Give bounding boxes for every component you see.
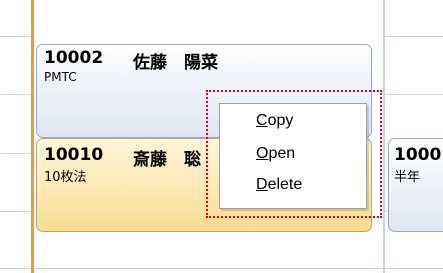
treatment-label: PMTC [44, 70, 77, 84]
grid-line-h3 [0, 153, 33, 154]
grid-line-h1 [0, 36, 33, 37]
grid-line-h10 [33, 268, 385, 269]
patient-id: 10010 [44, 145, 104, 165]
current-time-line [31, 0, 34, 273]
grid-line-h5 [0, 268, 33, 269]
treatment-label: 10枚法 [44, 170, 87, 185]
grid-line-v1 [383, 0, 385, 273]
grid-line-h9 [385, 268, 443, 269]
highlight-annotation [206, 90, 382, 218]
patient-name: 斎藤 聡 [133, 150, 201, 170]
grid-line-h6 [385, 36, 443, 37]
appointment-card[interactable]: 1000 半年 [388, 138, 443, 232]
grid-line-h4 [0, 211, 33, 212]
patient-id: 10002 [44, 48, 104, 68]
treatment-label: 半年 [394, 170, 421, 185]
patient-id: 1000 [394, 145, 442, 165]
grid-line-h2 [0, 94, 33, 95]
grid-line-h7 [385, 94, 443, 95]
patient-name: 佐藤 陽菜 [133, 53, 218, 73]
